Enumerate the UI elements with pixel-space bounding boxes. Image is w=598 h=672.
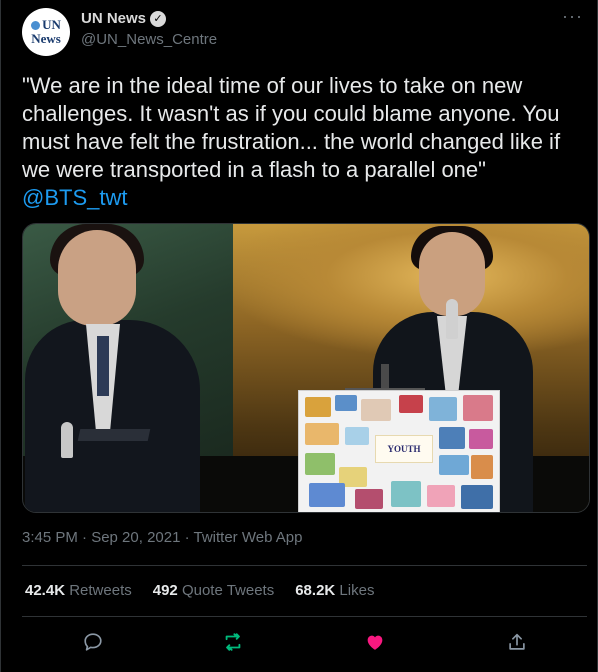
likes-count: 68.2K: [295, 582, 336, 599]
tablet: [77, 429, 151, 441]
mention-link[interactable]: @BTS_twt: [22, 184, 587, 212]
divider: [22, 565, 587, 566]
divider: [22, 616, 587, 617]
avatar-text-un: UN: [42, 17, 61, 33]
tweet-text: "We are in the ideal time of our lives t…: [22, 73, 561, 182]
action-bar: [1, 618, 598, 664]
youth-sign: YOUTH: [375, 435, 433, 463]
share-button[interactable]: [505, 630, 529, 654]
avatar[interactable]: UN News: [22, 8, 70, 56]
handheld-mic: [61, 422, 73, 458]
tweet-card: UN News UN News ✓ @UN_News_Centre ··· "W…: [0, 0, 598, 672]
likes-stat[interactable]: 68.2K Likes: [295, 582, 374, 599]
un-globe-icon: [31, 20, 41, 30]
tweet-timestamp[interactable]: 3:45 PM · Sep 20, 2021 · Twitter Web App: [22, 529, 302, 546]
like-icon: [367, 635, 383, 650]
verified-badge-icon: ✓: [150, 10, 167, 27]
quote-tweets-count: 492: [152, 582, 178, 599]
engagement-stats: 42.4K Retweets 492 Quote Tweets 68.2K Li…: [25, 582, 374, 599]
retweets-stat[interactable]: 42.4K Retweets: [25, 582, 132, 599]
likes-label: Likes: [339, 582, 375, 599]
retweet-icon: [225, 633, 241, 651]
tweet-text-block: "We are in the ideal time of our lives t…: [22, 72, 587, 212]
speaker-mic: [446, 299, 458, 339]
retweets-count: 42.4K: [25, 582, 66, 599]
display-name[interactable]: UN News: [81, 10, 146, 27]
author-name-row: UN News ✓: [81, 10, 167, 27]
quote-tweets-label: Quote Tweets: [181, 582, 275, 599]
like-button[interactable]: [363, 630, 387, 654]
share-icon: [509, 633, 525, 650]
more-options-icon[interactable]: ···: [562, 6, 583, 27]
tweet-media-image[interactable]: YOUTH: [22, 223, 590, 513]
reply-button[interactable]: [81, 630, 105, 654]
youth-collage-board: YOUTH: [298, 390, 500, 512]
retweet-button[interactable]: [221, 630, 245, 654]
quote-tweets-stat[interactable]: 492 Quote Tweets: [153, 582, 274, 599]
avatar-text-news: News: [31, 31, 61, 46]
reply-icon: [84, 633, 102, 651]
handle[interactable]: @UN_News_Centre: [81, 31, 217, 48]
retweets-label: Retweets: [69, 582, 132, 599]
